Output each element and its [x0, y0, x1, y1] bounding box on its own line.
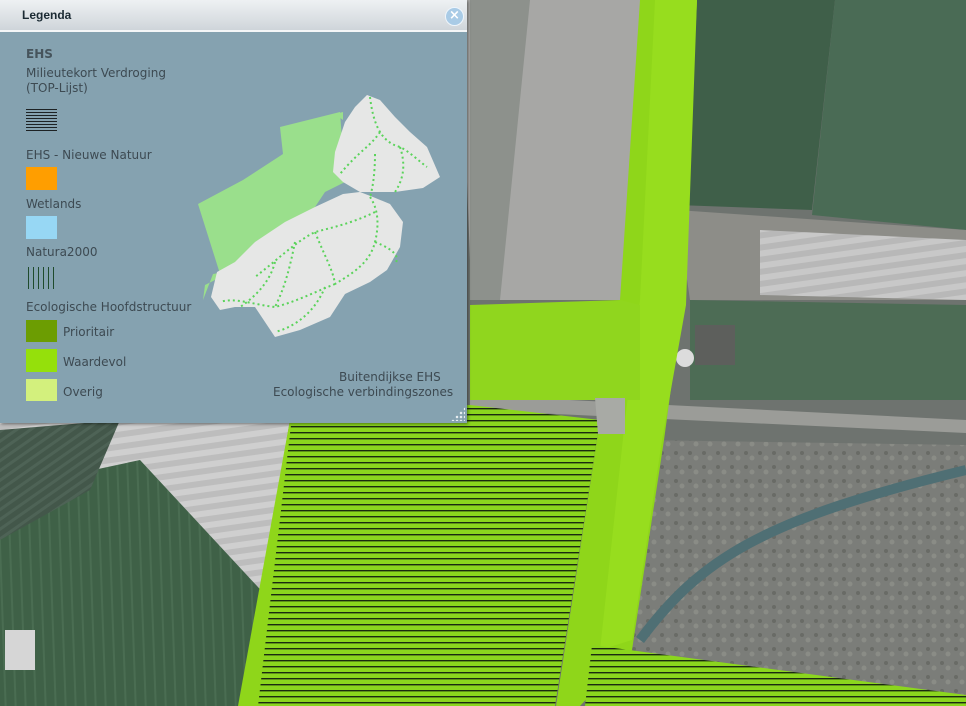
hatched-area-left [258, 405, 600, 706]
nieuwe-natuur-swatch [26, 167, 57, 190]
silo [676, 349, 694, 367]
legend-panel: Legenda × EHS Milieutekort Verdroging (T… [0, 0, 467, 423]
overig-label: Overig [63, 385, 103, 399]
prioritair-swatch [26, 320, 57, 342]
close-icon[interactable]: × [445, 7, 464, 26]
waardevol-label: Waardevol [63, 355, 127, 369]
verbindingszones-label: Ecologische verbindingszones [273, 385, 454, 399]
inset-island-north [333, 95, 440, 192]
eco-hoofdstructuur-heading: Ecologische Hoofdstructuur [26, 300, 192, 314]
milieutekort-label: Milieutekort Verdroging [26, 66, 166, 80]
prioritair-label: Prioritair [63, 325, 115, 339]
ehs-heading: EHS [26, 47, 53, 61]
top-lijst-label: (TOP-Lijst) [26, 81, 88, 95]
farm-building [695, 325, 735, 365]
resize-grip-icon[interactable] [451, 407, 465, 421]
road-bridge [595, 398, 625, 434]
hatch-swatch [26, 109, 57, 131]
legend-title: Legenda [22, 8, 72, 22]
building [5, 630, 35, 670]
natura2000-label: Natura2000 [26, 245, 98, 259]
ehs-horizontal-band [470, 300, 640, 400]
wetlands-swatch [26, 216, 57, 239]
green-field-1 [677, 0, 835, 210]
nieuwe-natuur-label: EHS - Nieuwe Natuur [26, 148, 152, 162]
natura2000-swatch [28, 267, 55, 289]
inset-map [198, 95, 440, 337]
waardevol-swatch [26, 349, 57, 372]
buitendijkse-label: Buitendijkse EHS [339, 370, 441, 384]
wetlands-label: Wetlands [26, 197, 82, 211]
plowed-field [760, 230, 966, 300]
legend-header[interactable]: Legenda × [0, 0, 467, 32]
overig-swatch [26, 379, 57, 401]
green-field-2 [812, 0, 966, 230]
